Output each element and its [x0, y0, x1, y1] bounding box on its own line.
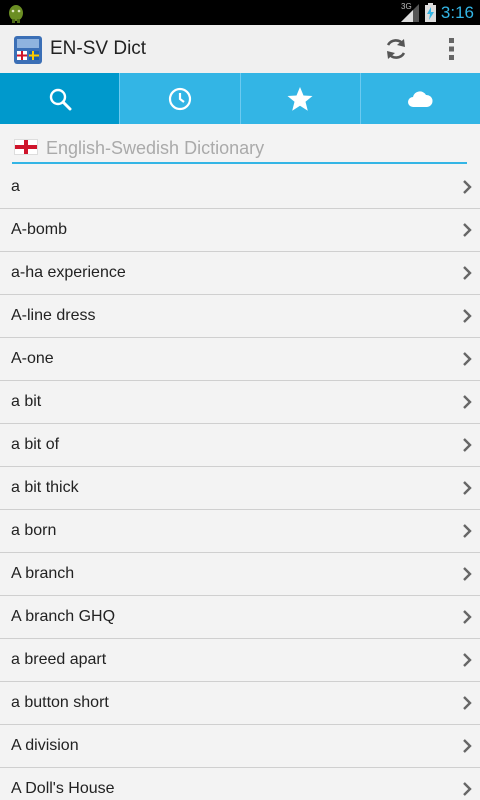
word-term: a-ha experience: [11, 264, 126, 281]
list-item[interactable]: a button short: [0, 682, 480, 725]
list-item[interactable]: a breed apart: [0, 639, 480, 682]
chevron-right-icon: [463, 395, 472, 409]
cloud-icon: [408, 90, 433, 107]
search-icon: [49, 88, 72, 110]
list-item[interactable]: a: [0, 166, 480, 209]
word-term: A-one: [11, 350, 54, 367]
english-flag-icon[interactable]: [14, 139, 38, 155]
favorites-star-icon: [287, 86, 313, 111]
app-title: EN-SV Dict: [50, 38, 147, 59]
word-term: A Doll's House: [11, 780, 115, 797]
chevron-right-icon: [463, 524, 472, 538]
overflow-menu-button[interactable]: [428, 25, 476, 73]
list-item[interactable]: A division: [0, 725, 480, 768]
action-bar: EN-SV Dict: [0, 25, 480, 74]
tab-favorites[interactable]: [241, 73, 361, 124]
word-term: a breed apart: [11, 651, 107, 668]
search-input[interactable]: [44, 134, 463, 162]
list-item[interactable]: a bit thick: [0, 467, 480, 510]
android-notification-icon: [9, 5, 23, 23]
battery-icon: [425, 3, 436, 22]
chevron-right-icon: [463, 739, 472, 753]
chevron-right-icon: [463, 653, 472, 667]
word-term: a born: [11, 522, 57, 539]
chevron-right-icon: [463, 266, 472, 280]
word-term: A-line dress: [11, 307, 96, 324]
list-item[interactable]: a bit: [0, 381, 480, 424]
chevron-right-icon: [463, 352, 472, 366]
word-list: a A-bomb a-ha experience A-line dress A-one a…: [0, 166, 480, 800]
list-item[interactable]: A-one: [0, 338, 480, 381]
chevron-right-icon: [463, 567, 472, 581]
dictionary-app-icon[interactable]: [14, 36, 42, 64]
chevron-right-icon: [463, 481, 472, 495]
word-term: A branch: [11, 565, 75, 582]
word-term: a bit thick: [11, 479, 79, 496]
overflow-menu-icon: [449, 38, 454, 60]
list-item[interactable]: A branch: [0, 553, 480, 596]
history-clock-icon: [168, 87, 191, 110]
chevron-right-icon: [463, 782, 472, 796]
word-term: a bit of: [11, 436, 60, 453]
word-term: a bit: [11, 393, 42, 410]
word-term: A-bomb: [11, 221, 68, 238]
refresh-button[interactable]: [372, 25, 420, 73]
tab-search[interactable]: [0, 73, 121, 124]
word-term: A division: [11, 737, 79, 754]
list-item[interactable]: A-line dress: [0, 295, 480, 338]
chevron-right-icon: [463, 610, 472, 624]
word-term: a button short: [11, 694, 109, 711]
list-item[interactable]: A-bomb: [0, 209, 480, 252]
chevron-right-icon: [463, 696, 472, 710]
word-term: A branch GHQ: [11, 608, 116, 625]
word-term: a: [11, 178, 20, 195]
chevron-right-icon: [463, 180, 472, 194]
chevron-right-icon: [463, 438, 472, 452]
search-field: [12, 134, 467, 164]
tab-history[interactable]: [120, 73, 241, 124]
refresh-icon: [386, 39, 406, 59]
list-item[interactable]: a bit of: [0, 424, 480, 467]
list-item[interactable]: a-ha experience: [0, 252, 480, 295]
tab-cloud[interactable]: [361, 73, 480, 124]
chevron-right-icon: [463, 223, 472, 237]
tab-bar: [0, 73, 480, 124]
status-bar: 3G 3:16: [0, 0, 480, 25]
chevron-right-icon: [463, 309, 472, 323]
signal-strength-icon: [401, 4, 419, 22]
list-item[interactable]: A Doll's House: [0, 768, 480, 800]
status-clock: 3:16: [440, 3, 474, 22]
list-item[interactable]: a born: [0, 510, 480, 553]
list-item[interactable]: A branch GHQ: [0, 596, 480, 639]
